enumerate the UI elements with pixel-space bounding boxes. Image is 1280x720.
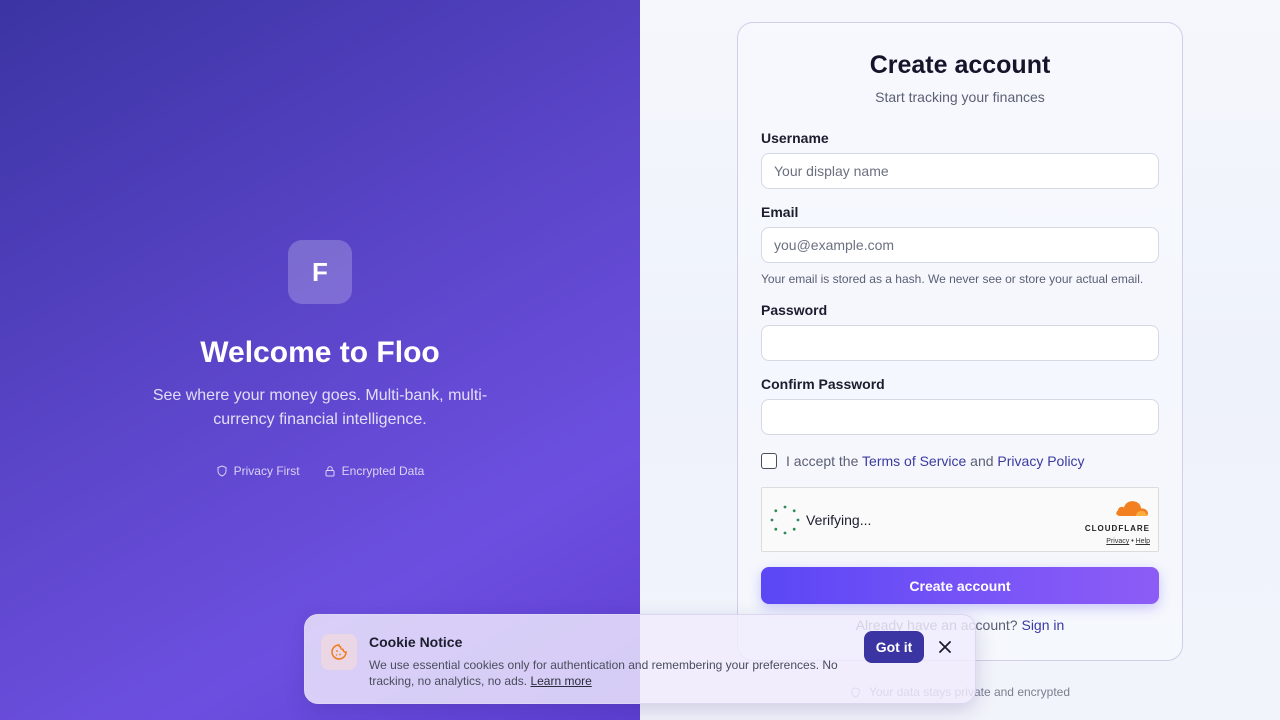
email-input[interactable] — [761, 227, 1159, 263]
badge-privacy: Privacy First — [216, 464, 300, 478]
create-account-button[interactable]: Create account — [761, 567, 1159, 604]
close-cookie-button[interactable] — [935, 637, 955, 657]
captcha-privacy-link[interactable]: Privacy — [1106, 538, 1129, 545]
hero-panel: F Welcome to Floo See where your money g… — [0, 0, 640, 720]
password-label: Password — [761, 302, 828, 318]
terms-of-service-link[interactable]: Terms of Service — [862, 453, 966, 469]
app-logo: F — [288, 240, 352, 304]
hero-title: Welcome to Floo — [200, 336, 440, 369]
cookie-icon — [321, 634, 357, 670]
accept-cookies-button[interactable]: Got it — [864, 631, 924, 663]
form-subtitle: Start tracking your finances — [875, 89, 1045, 105]
terms-checkbox[interactable] — [761, 453, 777, 469]
cookie-message: We use essential cookies only for authen… — [369, 658, 838, 688]
cloud-icon — [1116, 501, 1148, 516]
username-input[interactable] — [761, 153, 1159, 189]
terms-and: and — [970, 453, 994, 469]
lock-icon — [325, 466, 335, 477]
email-hint: Your email is stored as a hash. We never… — [761, 272, 1144, 286]
badge-encrypted: Encrypted Data — [324, 464, 425, 478]
username-label: Username — [761, 130, 829, 146]
form-title: Create account — [869, 51, 1051, 79]
badge-label: Privacy First — [233, 464, 300, 478]
signin-link[interactable]: Sign in — [1021, 617, 1064, 633]
cookie-text: We use essential cookies only for authen… — [369, 657, 849, 689]
signup-panel: Create account Start tracking your finan… — [640, 0, 1280, 720]
cookie-title: Cookie Notice — [369, 634, 463, 650]
confirm-password-input[interactable] — [761, 399, 1159, 435]
captcha-widget[interactable]: Verifying... CLOUDFLARE Privacy • Help — [761, 487, 1159, 552]
confirm-password-label: Confirm Password — [761, 376, 885, 392]
badge-label: Encrypted Data — [341, 464, 425, 478]
cloudflare-wordmark: CLOUDFLARE — [1084, 524, 1150, 533]
close-icon — [939, 641, 951, 653]
signup-card: Create account Start tracking your finan… — [737, 22, 1183, 661]
shield-icon — [217, 465, 227, 477]
privacy-policy-link[interactable]: Privacy Policy — [997, 453, 1084, 469]
cookie-banner: Cookie Notice We use essential cookies o… — [304, 614, 976, 704]
hero-subtitle: See where your money goes. Multi-bank, m… — [152, 387, 488, 428]
terms-row: I accept the Terms of Service and Privac… — [761, 453, 1085, 469]
password-input[interactable] — [761, 325, 1159, 361]
email-label: Email — [761, 204, 799, 220]
captcha-help-link[interactable]: Help — [1136, 538, 1150, 545]
captcha-separator: • — [1131, 538, 1134, 545]
captcha-status: Verifying... — [806, 512, 872, 528]
terms-prefix: I accept the — [786, 453, 859, 469]
learn-more-link[interactable]: Learn more — [530, 674, 591, 688]
feature-badges: Privacy First Encrypted Data — [0, 464, 640, 478]
cloudflare-logo: CLOUDFLARE Privacy • Help — [1074, 498, 1150, 545]
spinner-icon — [770, 505, 800, 535]
